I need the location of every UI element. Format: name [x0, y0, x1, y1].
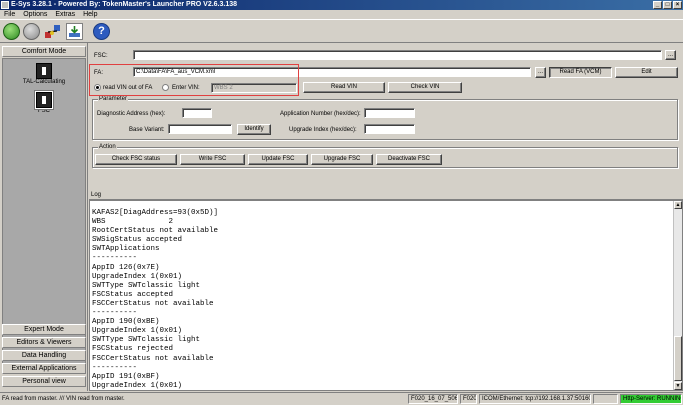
- http-server-status: Http-Server: RUNNING: [620, 394, 682, 404]
- log-line: SWTType SWTclassic light: [92, 336, 201, 345]
- check-vin-button[interactable]: Check VIN: [388, 82, 462, 93]
- fsc-browse-button[interactable]: ...: [665, 50, 676, 60]
- fa-browse-button[interactable]: ...: [535, 67, 546, 78]
- read-fa-vcm-button[interactable]: Read FA (VCM): [549, 67, 612, 78]
- log-scrollbar[interactable]: ▲ ▼: [673, 201, 682, 390]
- status-panel-connection: ICOM/Ethernet: tcp://192.168.1.37:50160: [479, 394, 591, 404]
- log-line: SWSigStatus accepted: [92, 236, 183, 245]
- status-bar: FA read from master. /// VIN read from m…: [0, 392, 683, 405]
- sidebar-item-tal-calculating[interactable]: TAL-Calculating: [8, 63, 80, 85]
- log-line: UpgradeIndex 1(0x01): [92, 272, 183, 281]
- app-icon: [1, 1, 9, 9]
- status-panel-series: F020: [460, 394, 477, 404]
- log-line: ----------: [92, 309, 138, 318]
- log-line: AppID 191(0xBF): [92, 372, 160, 381]
- parameter-group-title: Parameter: [98, 95, 129, 103]
- menu-extras[interactable]: Extras: [55, 11, 75, 18]
- scroll-down-icon[interactable]: ▼: [674, 382, 682, 390]
- log-line: FSCCertStatus not available: [92, 354, 214, 363]
- sidebar-item-label: TAL-Calculating: [22, 79, 66, 85]
- edit-button[interactable]: Edit: [615, 67, 678, 78]
- log-line: ----------: [92, 363, 138, 372]
- deactivate-fsc-button[interactable]: Deactivate FSC: [376, 154, 442, 165]
- log-line: RootCertStatus not available: [92, 227, 219, 236]
- log-line: AppID 126(0x7E): [92, 263, 160, 272]
- log-text-area[interactable]: KAFAS2[DiagAddress=93(0x5D)] WBS 2 RootCer…: [89, 200, 683, 391]
- upgrade-index-input[interactable]: [364, 124, 415, 134]
- fsc-label: FSC:: [94, 53, 108, 59]
- sidebar-personal-view[interactable]: Personal view: [2, 376, 86, 387]
- status-message: FA read from master. /// VIN read from m…: [2, 396, 125, 402]
- disconnect-icon[interactable]: [23, 23, 40, 40]
- comfort-mode-header[interactable]: Comfort Mode: [2, 46, 86, 57]
- ecu-icon: [35, 91, 53, 109]
- diagnostic-address-input[interactable]: [182, 108, 212, 118]
- application-number-label: Application Number (hex/dec):: [280, 111, 361, 117]
- menu-help[interactable]: Help: [83, 11, 97, 18]
- window-title: E-Sys 3.28.1 - Powered By: TokenMaster's…: [11, 1, 238, 8]
- log-line: SWTType SWTclassic light: [92, 281, 201, 290]
- minimize-button[interactable]: _: [653, 1, 662, 9]
- log-header: Log: [89, 191, 683, 200]
- menu-options[interactable]: Options: [23, 11, 47, 18]
- read-vin-button[interactable]: Read VIN: [303, 82, 385, 93]
- sidebar: Comfort Mode TAL-Calculating FSC Expert …: [0, 43, 88, 391]
- diagnostic-address-label: Diagnostic Address (hex):: [97, 111, 166, 117]
- connect-icon[interactable]: [3, 23, 20, 40]
- log-line: KAFAS2[DiagAddress=93(0x5D)]: [92, 209, 219, 217]
- log-line: FSCCertStatus not available: [92, 299, 214, 308]
- sidebar-editors-viewers[interactable]: Editors & Viewers: [2, 337, 86, 348]
- sidebar-external-applications[interactable]: External Applications: [2, 363, 86, 374]
- menu-file[interactable]: File: [4, 11, 15, 18]
- log-line: UpgradeIndex 1(0x01): [92, 327, 183, 336]
- download-icon[interactable]: [66, 23, 83, 40]
- sidebar-item-fsc[interactable]: FSC: [8, 91, 80, 114]
- log-line: UpgradeIndex 1(0x01): [92, 381, 183, 390]
- log-lines: KAFAS2[DiagAddress=93(0x5D)] WBS 2 RootCer…: [92, 209, 219, 390]
- update-fsc-button[interactable]: Update FSC: [248, 154, 308, 165]
- log-line: SWTApplications: [92, 245, 160, 254]
- identify-button[interactable]: Identify: [237, 124, 271, 135]
- close-button[interactable]: ×: [673, 1, 682, 9]
- status-panel-version: F020_16_07_506: [408, 394, 458, 404]
- help-icon[interactable]: ?: [93, 23, 110, 40]
- upgrade-fsc-button[interactable]: Upgrade FSC: [311, 154, 373, 165]
- sidebar-item-label: FSC: [38, 108, 50, 114]
- action-group-title: Action: [98, 143, 117, 151]
- application-number-input[interactable]: [364, 108, 415, 118]
- base-variant-input[interactable]: [168, 124, 232, 134]
- menu-bar: File Options Extras Help: [0, 10, 683, 19]
- fsc-input[interactable]: [133, 50, 662, 60]
- scroll-up-icon[interactable]: ▲: [674, 201, 682, 209]
- toolbar: ?: [0, 19, 683, 43]
- write-fsc-button[interactable]: Write FSC: [180, 154, 245, 165]
- log-panel: Log KAFAS2[DiagAddress=93(0x5D)] WBS 2 Roo…: [89, 191, 683, 391]
- sidebar-expert-mode[interactable]: Expert Mode: [2, 324, 86, 335]
- scroll-thumb[interactable]: [674, 336, 682, 381]
- base-variant-label: Base Variant:: [129, 127, 165, 133]
- network-icon[interactable]: [44, 23, 61, 40]
- log-line: WBS 2: [92, 218, 174, 227]
- sidebar-data-handling[interactable]: Data Handling: [2, 350, 86, 361]
- ecu-icon: [36, 63, 52, 79]
- log-line: AppID 190(0xBE): [92, 318, 160, 327]
- upgrade-index-label: Upgrade Index (hex/dec):: [289, 127, 357, 133]
- title-bar: E-Sys 3.28.1 - Powered By: TokenMaster's…: [0, 0, 683, 10]
- maximize-button[interactable]: □: [663, 1, 672, 9]
- log-line: FSCStatus accepted: [92, 290, 174, 299]
- log-line: ----------: [92, 254, 138, 263]
- highlight-frame: [89, 64, 299, 96]
- status-panel-empty: [593, 394, 618, 404]
- log-line: FSCStatus rejected: [92, 345, 174, 354]
- check-fsc-status-button[interactable]: Check FSC status: [95, 154, 177, 165]
